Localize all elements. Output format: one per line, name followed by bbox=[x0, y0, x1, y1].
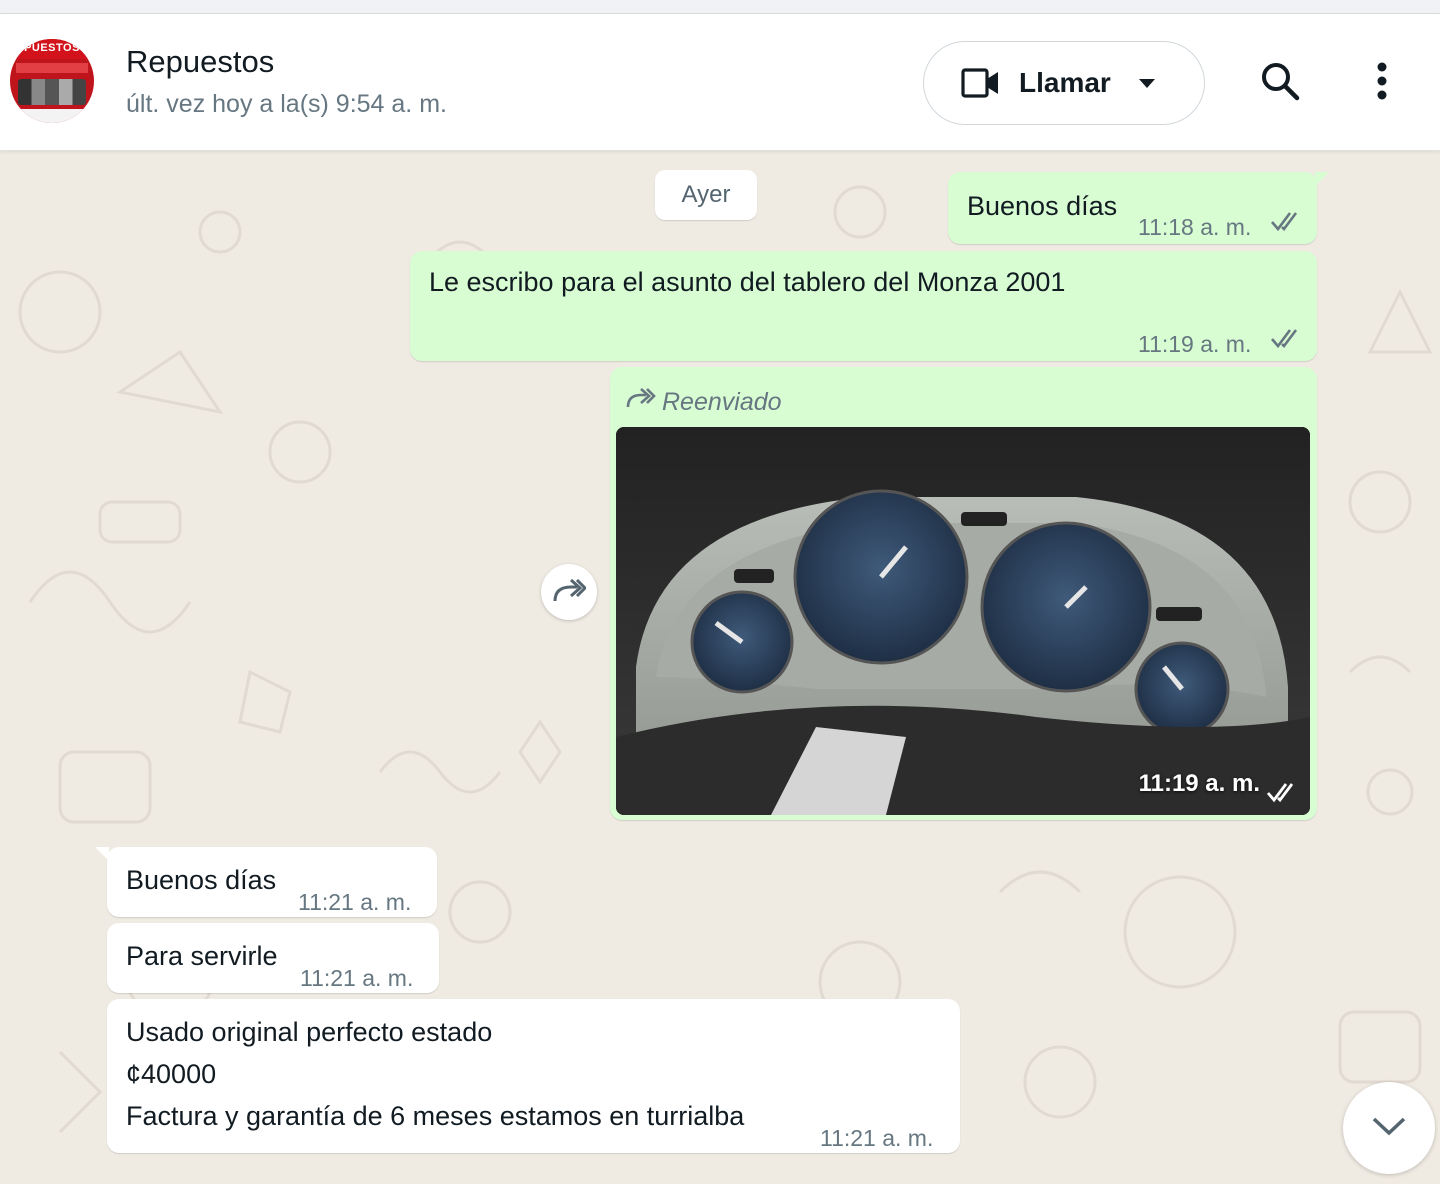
date-separator: Ayer bbox=[655, 170, 757, 220]
search-icon bbox=[1259, 60, 1301, 107]
message-bubble-incoming[interactable]: Buenos días 11:21 a. m. bbox=[95, 847, 437, 917]
double-check-icon bbox=[1271, 212, 1298, 232]
call-button-label: Llamar bbox=[1019, 67, 1111, 98]
message-line: Usado original perfecto estado bbox=[126, 1017, 493, 1047]
message-text: Buenos días bbox=[126, 865, 277, 895]
instrument-cluster-image bbox=[616, 427, 1310, 815]
message-time: 11:18 a. m. bbox=[1138, 214, 1252, 240]
image-time: 11:19 a. m. bbox=[1138, 770, 1260, 797]
caret-down-icon bbox=[1138, 78, 1155, 88]
search-button[interactable] bbox=[1255, 58, 1305, 108]
message-bubble-outgoing[interactable]: Buenos días 11:18 a. m. bbox=[948, 172, 1329, 244]
message-text: Le escribo para el asunto del tablero de… bbox=[429, 267, 1066, 297]
window-top-strip bbox=[0, 0, 1440, 14]
message-line: Factura y garantía de 6 meses estamos en… bbox=[126, 1101, 745, 1131]
message-time: 11:19 a. m. bbox=[1138, 331, 1252, 357]
message-time: 11:21 a. m. bbox=[820, 1125, 934, 1151]
message-text: Para servirle bbox=[126, 941, 278, 971]
contact-name[interactable]: Repuestos bbox=[126, 44, 274, 80]
dashboard-photo[interactable]: 11:19 a. m. bbox=[616, 427, 1310, 815]
message-time: 11:21 a. m. bbox=[298, 889, 412, 915]
message-time: 11:21 a. m. bbox=[300, 965, 414, 991]
forward-button[interactable] bbox=[541, 564, 597, 620]
double-check-icon bbox=[1266, 783, 1294, 803]
video-camera-icon bbox=[961, 66, 1001, 100]
message-text: Buenos días bbox=[967, 191, 1118, 221]
chat-header: PUESTOS Repuestos últ. vez hoy a la(s) 9… bbox=[0, 14, 1440, 151]
chevron-down-icon bbox=[1371, 1115, 1407, 1142]
contact-avatar[interactable]: PUESTOS bbox=[10, 39, 94, 123]
call-button[interactable]: Llamar bbox=[923, 41, 1205, 125]
forward-icon bbox=[552, 577, 588, 608]
menu-button[interactable] bbox=[1357, 58, 1407, 108]
scroll-to-bottom-button[interactable] bbox=[1343, 1082, 1435, 1174]
forwarded-label: Reenviado bbox=[662, 388, 782, 416]
message-line: ¢40000 bbox=[126, 1059, 217, 1089]
chat-area[interactable]: Ayer Buenos días 11:18 a. m. Le escribo … bbox=[0, 152, 1440, 1184]
forwarded-icon bbox=[626, 388, 656, 408]
message-bubble-image[interactable]: Reenviado 11:19 a. m. bbox=[610, 367, 1317, 820]
message-bubble-incoming[interactable]: Para servirle 11:21 a. m. bbox=[107, 923, 439, 993]
avatar-logo-text: PUESTOS bbox=[24, 42, 80, 54]
double-check-icon bbox=[1271, 329, 1298, 349]
last-seen-status: últ. vez hoy a la(s) 9:54 a. m. bbox=[126, 90, 447, 118]
message-bubble-outgoing[interactable]: Le escribo para el asunto del tablero de… bbox=[410, 251, 1317, 361]
message-bubble-incoming[interactable]: Usado original perfecto estado ¢40000 Fa… bbox=[107, 999, 960, 1153]
kebab-menu-icon bbox=[1376, 61, 1388, 106]
